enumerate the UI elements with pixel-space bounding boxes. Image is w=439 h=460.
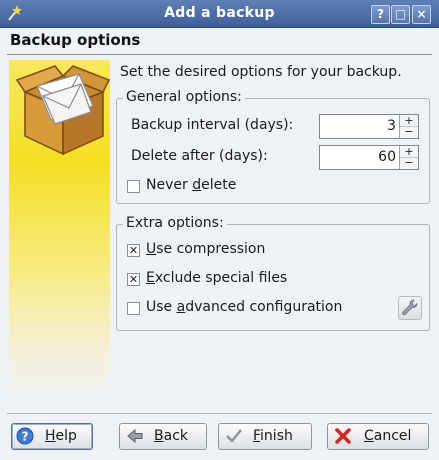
delete-after-stepper[interactable]: + − xyxy=(399,146,418,169)
mnemonic: d xyxy=(192,177,202,193)
finish-button[interactable]: Finish xyxy=(218,423,312,450)
advanced-config-label[interactable]: Use advanced configuration xyxy=(146,299,342,315)
decrement-icon[interactable]: − xyxy=(400,157,418,168)
finish-label: Finish xyxy=(253,424,293,449)
wrench-icon xyxy=(402,299,418,316)
close-icon[interactable]: × xyxy=(412,5,431,24)
help-icon[interactable]: ? xyxy=(371,5,390,24)
maximize-icon[interactable]: □ xyxy=(391,5,410,24)
mnemonic: F xyxy=(253,428,261,444)
label-part: xclude special files xyxy=(154,270,288,286)
label-part: Use xyxy=(146,299,177,315)
label-part: inish xyxy=(260,428,293,444)
exclude-special-files-checkbox[interactable]: ✕ xyxy=(127,273,140,286)
package-icon xyxy=(15,65,111,156)
backup-interval-value[interactable]: 3 xyxy=(387,115,396,138)
label-part: elp xyxy=(55,428,77,444)
label-part: dvanced configuration xyxy=(185,299,343,315)
title-bar[interactable]: Add a backup ? □ × xyxy=(0,0,439,28)
advanced-config-button[interactable] xyxy=(398,296,422,320)
delete-after-spinbox[interactable]: 60 + − xyxy=(319,145,419,170)
backup-interval-spinbox[interactable]: 3 + − xyxy=(319,114,419,139)
exclude-special-files-label[interactable]: Exclude special files xyxy=(146,270,287,286)
cancel-button[interactable]: Cancel xyxy=(327,423,429,450)
help-button[interactable]: ? Help xyxy=(11,423,93,450)
use-compression-checkbox[interactable]: ✕ xyxy=(127,244,140,257)
bottom-divider xyxy=(7,413,432,414)
mnemonic: U xyxy=(146,241,157,257)
never-delete-checkbox[interactable] xyxy=(127,180,140,193)
page-title: Backup options xyxy=(10,31,141,49)
svg-text:?: ? xyxy=(22,430,29,444)
question-icon: ? xyxy=(16,427,34,445)
delete-after-label: Delete after (days): xyxy=(131,148,268,164)
mnemonic: E xyxy=(146,270,155,286)
backup-interval-label: Backup interval (days): xyxy=(131,117,294,133)
cancel-label: Cancel xyxy=(364,424,411,449)
never-delete-label[interactable]: Never delete xyxy=(146,177,236,193)
back-arrow-icon xyxy=(127,428,143,444)
label-part: elete xyxy=(201,177,237,193)
label-part: Never xyxy=(146,177,193,193)
mnemonic: C xyxy=(364,428,374,444)
label-part: se compression xyxy=(156,241,266,257)
label-part: ack xyxy=(163,428,188,444)
label-part: ancel xyxy=(373,428,412,444)
mnemonic: a xyxy=(176,299,186,315)
help-label: Help xyxy=(45,424,77,449)
back-button[interactable]: Back xyxy=(119,423,207,450)
general-options-title: General options: xyxy=(123,89,245,105)
header-divider xyxy=(7,54,432,55)
checkmark-icon xyxy=(226,429,242,443)
decrement-icon[interactable]: − xyxy=(400,126,418,137)
back-label: Back xyxy=(154,424,188,449)
mnemonic: B xyxy=(154,428,164,444)
backup-interval-stepper[interactable]: + − xyxy=(399,115,418,138)
advanced-config-checkbox[interactable] xyxy=(127,302,140,315)
delete-after-value[interactable]: 60 xyxy=(378,146,396,169)
intro-text: Set the desired options for your backup. xyxy=(120,64,402,80)
extra-options-title: Extra options: xyxy=(123,215,227,231)
mnemonic: H xyxy=(45,428,56,444)
use-compression-label[interactable]: Use compression xyxy=(146,241,265,257)
cancel-x-icon xyxy=(335,428,351,444)
